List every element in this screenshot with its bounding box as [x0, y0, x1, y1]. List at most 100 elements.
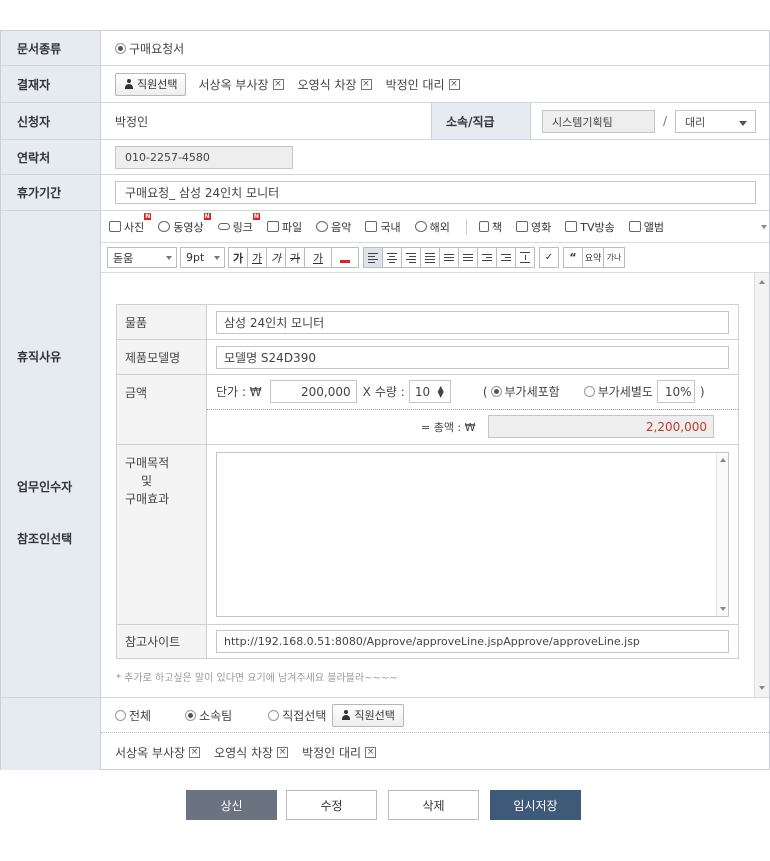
- italic-button[interactable]: 가: [266, 247, 286, 268]
- font-select[interactable]: 돋움: [107, 247, 177, 268]
- delete-button[interactable]: 삭제: [388, 790, 479, 820]
- font-color-button[interactable]: 가: [304, 247, 332, 268]
- textarea-scrollbar[interactable]: [716, 453, 728, 616]
- new-badge: N: [252, 212, 260, 220]
- radio-ref-all[interactable]: [115, 709, 126, 721]
- file-icon: [266, 221, 279, 232]
- photo-icon: [109, 221, 121, 232]
- approver-chip: 박정인 대리 ×: [385, 77, 460, 92]
- row-amount: 금액 단가 : ₩ 200,000 X 수량 : 10▲▼ ( 부가세포함: [117, 375, 738, 445]
- rank-select[interactable]: 대리: [675, 110, 756, 133]
- remove-icon[interactable]: ×: [448, 78, 460, 90]
- label-substitute: 업무인수자: [17, 480, 73, 494]
- period-input[interactable]: 구매요청_ 삼성 24인치 모니터: [115, 181, 756, 204]
- label-doc-type: 문서종류: [1, 31, 101, 65]
- radio-ref-team[interactable]: [185, 709, 197, 721]
- row-purpose: 구매목적 및 구매효과: [117, 445, 738, 625]
- radio-ref-direct[interactable]: [268, 709, 280, 721]
- submit-button[interactable]: 상신: [186, 790, 277, 820]
- unit-price-input[interactable]: 200,000: [269, 380, 357, 403]
- spellcheck-icon: ✓: [544, 252, 554, 263]
- book-button[interactable]: 책: [478, 219, 502, 235]
- remove-icon[interactable]: ×: [360, 78, 372, 90]
- file-button[interactable]: 파일: [266, 219, 302, 235]
- editor-scrollbar[interactable]: [754, 273, 769, 697]
- label-dept-rank: 소속/직급: [431, 103, 531, 139]
- team-field: 시스템기획팀: [542, 110, 655, 133]
- row-product: 물품 삼성 24인치 모니터: [117, 305, 738, 340]
- row-doc-type: 문서종류 구매요청서: [1, 31, 769, 66]
- editor-note: * 추가로 하고싶은 말이 있다면 요기에 남겨주세요 블라블라~~~~: [116, 673, 398, 684]
- align-center-button[interactable]: [382, 247, 402, 268]
- vat-rate-input[interactable]: 10%: [656, 380, 695, 403]
- line-height-button[interactable]: [515, 247, 535, 268]
- ref-employee-select-button[interactable]: 직원선택: [332, 703, 404, 727]
- radio-purchase-request[interactable]: [115, 42, 126, 54]
- quantity-stepper[interactable]: 10 ▲ ▼: [408, 380, 451, 403]
- phone-field[interactable]: 010-2257-4580: [115, 145, 293, 169]
- ref-site-input[interactable]: http://192.168.0.51:8080/Approve/approve…: [216, 630, 729, 653]
- remove-icon[interactable]: ×: [272, 78, 284, 90]
- photo-button[interactable]: 사진 N: [109, 212, 152, 235]
- amount-label: 금액: [117, 375, 207, 444]
- radio-vat-included[interactable]: [490, 386, 502, 397]
- model-input[interactable]: 모델명 S24D390: [216, 346, 729, 369]
- purpose-label: 구매목적 및 구매효과: [117, 445, 207, 624]
- total-label: = 총액 : ₩: [421, 420, 476, 434]
- ordered-list-button[interactable]: [439, 247, 459, 268]
- underline-button[interactable]: 가: [247, 247, 267, 268]
- remove-icon[interactable]: ×: [277, 746, 289, 758]
- overseas-map-button[interactable]: 해외: [414, 219, 450, 235]
- outdent-icon: [482, 254, 492, 261]
- model-label: 제품모델명: [117, 340, 207, 374]
- album-button[interactable]: 앨범: [628, 219, 664, 235]
- product-label: 물품: [117, 305, 207, 339]
- strike-button[interactable]: 가: [285, 247, 305, 268]
- unordered-list-button[interactable]: [458, 247, 478, 268]
- product-input[interactable]: 삼성 24인치 모니터: [216, 311, 729, 334]
- radio-vat-separate[interactable]: [583, 386, 595, 397]
- highlight-button[interactable]: [331, 247, 359, 268]
- tv-button[interactable]: TV방송: [565, 219, 615, 235]
- link-button[interactable]: 링크 N: [217, 212, 260, 235]
- outdent-button[interactable]: [477, 247, 497, 268]
- globe-icon: [414, 221, 427, 232]
- approver-chip: 오영식 차장 ×: [297, 77, 372, 92]
- employee-select-button[interactable]: 직원선택: [115, 72, 187, 96]
- applicant-name: 박정인: [115, 114, 149, 129]
- bold-button[interactable]: 가: [228, 247, 248, 268]
- align-left-icon: [368, 252, 378, 263]
- movie-button[interactable]: 영화: [516, 219, 551, 235]
- radio-label: 구매요청서: [129, 41, 185, 56]
- summary-button[interactable]: 요약: [582, 247, 604, 268]
- align-left-button[interactable]: [363, 247, 383, 268]
- editor-body[interactable]: 물품 삼성 24인치 모니터 제품모델명 모델명 S24D390 금액 단가 :…: [101, 273, 769, 697]
- justify-icon: [425, 252, 435, 263]
- scroll-up-icon: [720, 458, 726, 462]
- edit-button[interactable]: 수정: [286, 790, 377, 820]
- video-button[interactable]: 동영상 N: [158, 212, 211, 235]
- reference-chip: 오영식 차장 ×: [214, 745, 289, 760]
- unordered-list-icon: [463, 254, 473, 261]
- label-period: 휴가기간: [1, 175, 101, 210]
- new-badge: N: [203, 212, 211, 220]
- tv-icon: [565, 221, 578, 232]
- remove-icon[interactable]: ×: [365, 746, 377, 758]
- align-right-icon: [406, 252, 416, 263]
- scroll-down-icon: [720, 607, 726, 611]
- special-char-button[interactable]: 가나: [603, 247, 625, 268]
- justify-button[interactable]: [420, 247, 440, 268]
- chevron-down-icon[interactable]: [761, 225, 767, 229]
- play-icon: [158, 221, 171, 232]
- remove-icon[interactable]: ×: [189, 746, 201, 758]
- quote-button[interactable]: “: [563, 247, 583, 268]
- align-right-button[interactable]: [401, 247, 421, 268]
- spellcheck-button[interactable]: ✓: [539, 247, 559, 268]
- font-size-select[interactable]: 9pt: [180, 247, 225, 268]
- temp-save-button[interactable]: 임시저장: [490, 790, 581, 820]
- indent-button[interactable]: [496, 247, 516, 268]
- music-button[interactable]: 음악: [316, 219, 351, 235]
- purpose-textarea[interactable]: [216, 452, 729, 617]
- domestic-map-button[interactable]: 국내: [365, 219, 401, 235]
- approver-chip: 서상옥 부사장 ×: [198, 77, 284, 92]
